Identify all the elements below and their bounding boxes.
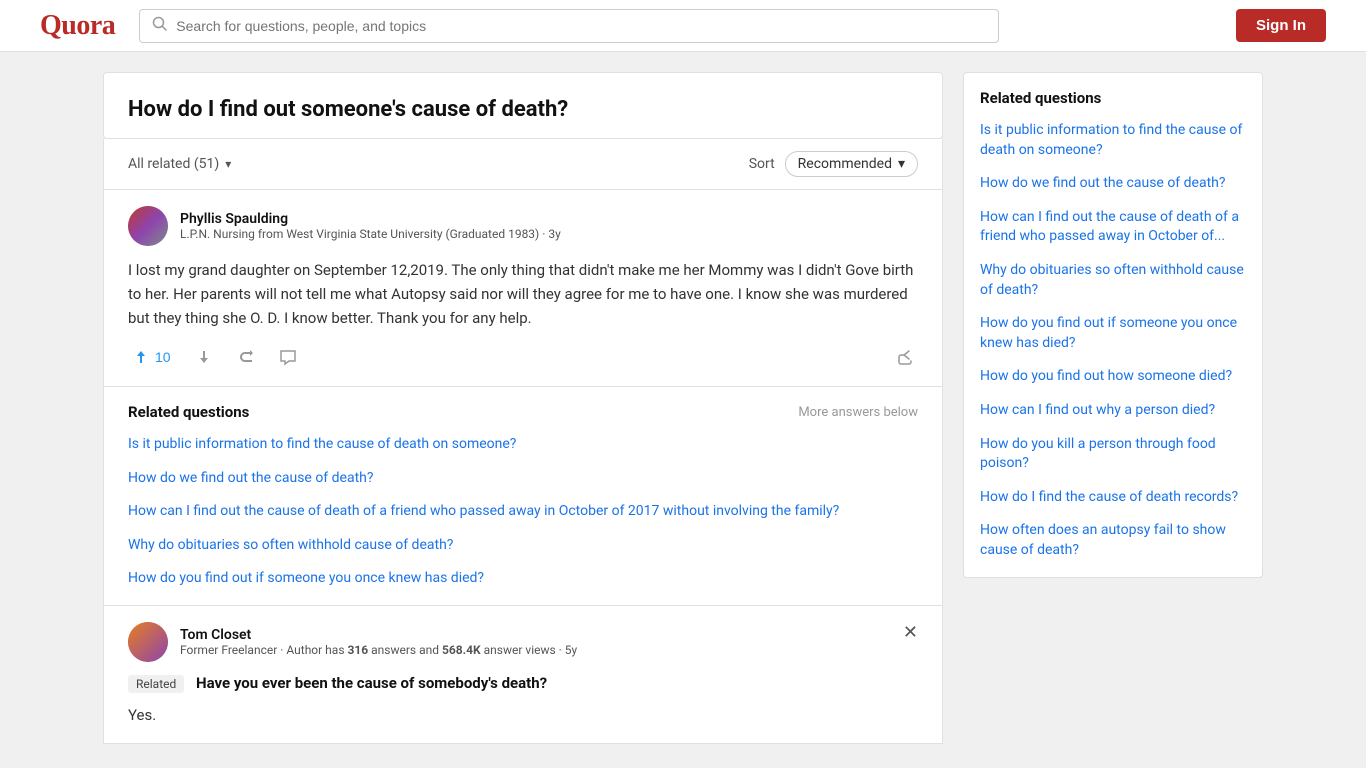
answer-author-2: Tom Closet Former Freelancer · Author ha… — [128, 622, 577, 662]
author-name-1[interactable]: Phyllis Spaulding — [180, 211, 561, 227]
author-name-2[interactable]: Tom Closet — [180, 627, 577, 643]
avatar-image-1 — [128, 206, 168, 246]
author-cred-mid-2: answers and — [368, 643, 442, 657]
sort-chevron-icon: ▾ — [898, 156, 905, 172]
downvote-icon — [195, 348, 213, 366]
related-badge: Related — [128, 675, 184, 693]
chevron-down-icon: ▾ — [225, 157, 231, 171]
answers-count-2: 316 — [348, 643, 369, 657]
sidebar-card: Related questions Is it public informati… — [963, 72, 1263, 578]
author-cred-prefix-2: Former Freelancer · Author has — [180, 643, 348, 657]
related-questions-inline-header: Related questions More answers below — [128, 403, 918, 421]
answer-actions-1: 10 — [128, 344, 918, 370]
sidebar-link-8[interactable]: How do you kill a person through food po… — [980, 435, 1246, 474]
sort-dropdown[interactable]: Recommended ▾ — [785, 151, 918, 177]
related-link-3[interactable]: How can I find out the cause of death of… — [128, 502, 918, 522]
share-button-1[interactable] — [892, 344, 918, 370]
comment-icon — [279, 348, 297, 366]
author-cred-1: L.P.N. Nursing from West Virginia State … — [180, 227, 561, 241]
answer-text-1: I lost my grand daughter on September 12… — [128, 258, 918, 330]
related-questions-inline-title: Related questions — [128, 403, 249, 421]
avatar-1 — [128, 206, 168, 246]
sidebar-link-7[interactable]: How can I find out why a person died? — [980, 401, 1246, 421]
sort-label: Sort — [749, 156, 775, 172]
repost-button-1[interactable] — [233, 344, 259, 370]
sidebar-link-9[interactable]: How do I find the cause of death records… — [980, 488, 1246, 508]
answer-card-2: Tom Closet Former Freelancer · Author ha… — [103, 606, 943, 744]
all-related-toggle[interactable]: All related (51) ▾ — [128, 156, 231, 172]
answer-text-2: Yes. — [128, 703, 918, 727]
quora-logo: Quora — [40, 10, 115, 42]
answer-author-1: Phyllis Spaulding L.P.N. Nursing from We… — [128, 206, 918, 246]
upvote-button-1[interactable]: 10 — [128, 344, 175, 370]
sidebar: Related questions Is it public informati… — [963, 72, 1263, 744]
related-link-4[interactable]: Why do obituaries so often withhold caus… — [128, 536, 918, 556]
share-icon — [896, 348, 914, 366]
related-question-text[interactable]: Have you ever been the cause of somebody… — [196, 674, 547, 692]
sidebar-link-1[interactable]: Is it public information to find the cau… — [980, 121, 1246, 160]
sign-in-button[interactable]: Sign In — [1236, 9, 1326, 42]
sidebar-link-6[interactable]: How do you find out how someone died? — [980, 367, 1246, 387]
related-questions-inline: Related questions More answers below Is … — [103, 387, 943, 606]
search-icon — [152, 16, 168, 36]
sidebar-title: Related questions — [980, 89, 1246, 107]
author-cred-suffix-2: answer views · 5y — [481, 643, 578, 657]
header: Quora Sign In — [0, 0, 1366, 52]
sidebar-link-2[interactable]: How do we find out the cause of death? — [980, 174, 1246, 194]
search-bar-container — [139, 9, 999, 43]
repost-icon — [237, 348, 255, 366]
related-question-row: Related Have you ever been the cause of … — [128, 674, 918, 693]
author-cred-2: Former Freelancer · Author has 316 answe… — [180, 643, 577, 657]
related-link-5[interactable]: How do you find out if someone you once … — [128, 569, 918, 589]
author-info-1: Phyllis Spaulding L.P.N. Nursing from We… — [180, 211, 561, 241]
avatar-image-2 — [128, 622, 168, 662]
views-count-2: 568.4K — [442, 643, 481, 657]
page-layout: How do I find out someone's cause of dea… — [83, 52, 1283, 764]
sidebar-link-10[interactable]: How often does an autopsy fail to show c… — [980, 521, 1246, 560]
more-answers-label: More answers below — [798, 405, 918, 420]
question-title: How do I find out someone's cause of dea… — [128, 97, 918, 122]
sort-value: Recommended — [798, 156, 892, 172]
author-info-2: Tom Closet Former Freelancer · Author ha… — [180, 627, 577, 657]
answer-header-2: Tom Closet Former Freelancer · Author ha… — [128, 622, 918, 662]
related-link-2[interactable]: How do we find out the cause of death? — [128, 469, 918, 489]
sort-area: Sort Recommended ▾ — [749, 151, 918, 177]
comment-button-1[interactable] — [275, 344, 301, 370]
close-button-2[interactable]: ✕ — [903, 622, 918, 643]
search-input[interactable] — [176, 18, 986, 34]
upvote-count-1: 10 — [155, 349, 171, 365]
downvote-button-1[interactable] — [191, 344, 217, 370]
all-related-label: All related (51) — [128, 156, 219, 172]
answer-card-1: Phyllis Spaulding L.P.N. Nursing from We… — [103, 190, 943, 387]
sidebar-link-5[interactable]: How do you find out if someone you once … — [980, 314, 1246, 353]
all-related-bar: All related (51) ▾ Sort Recommended ▾ — [103, 139, 943, 190]
upvote-icon — [132, 348, 150, 366]
related-link-1[interactable]: Is it public information to find the cau… — [128, 435, 918, 455]
sidebar-link-3[interactable]: How can I find out the cause of death of… — [980, 208, 1246, 247]
question-card: How do I find out someone's cause of dea… — [103, 72, 943, 139]
avatar-2 — [128, 622, 168, 662]
main-content: How do I find out someone's cause of dea… — [103, 72, 943, 744]
sidebar-link-4[interactable]: Why do obituaries so often withhold caus… — [980, 261, 1246, 300]
